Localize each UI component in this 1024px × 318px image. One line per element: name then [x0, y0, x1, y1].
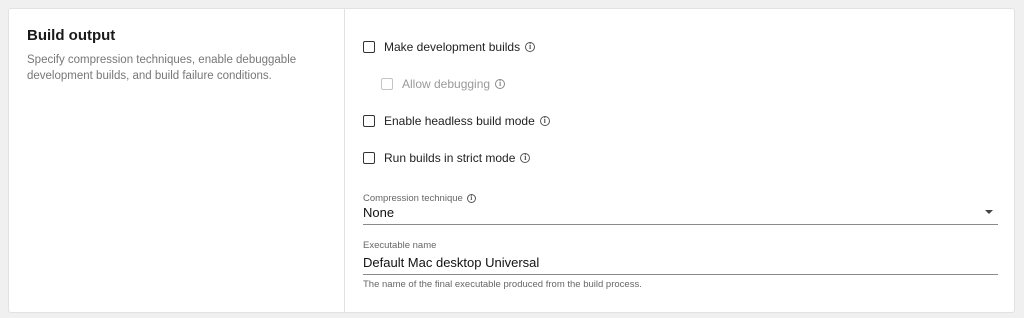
executable-name-helper: The name of the final executable produce…	[363, 279, 642, 290]
info-icon[interactable]: i	[466, 194, 476, 203]
compression-technique-label-text: Compression technique	[363, 193, 463, 204]
info-icon[interactable]: i	[539, 116, 550, 126]
compression-technique-label: Compression technique i	[363, 193, 476, 204]
compression-technique-value: None	[363, 205, 395, 220]
make-development-builds-option[interactable]: Make development builds i	[363, 40, 536, 54]
executable-name-label: Executable name	[363, 240, 437, 251]
make-development-builds-checkbox[interactable]	[363, 41, 375, 53]
section-description: Specify compression techniques, enable d…	[27, 54, 297, 82]
section-header: Build output Specify compression techniq…	[9, 9, 345, 312]
info-icon[interactable]: i	[520, 153, 531, 163]
executable-name-input[interactable]: Default Mac desktop Universal	[363, 255, 998, 275]
compression-technique-select[interactable]: None	[363, 205, 998, 225]
run-builds-strict-mode-label: Run builds in strict mode	[384, 151, 516, 165]
allow-debugging-checkbox	[381, 78, 393, 90]
enable-headless-build-mode-label: Enable headless build mode	[384, 114, 535, 128]
info-icon[interactable]: i	[495, 79, 506, 89]
make-development-builds-label: Make development builds	[384, 40, 521, 54]
info-icon[interactable]: i	[525, 42, 536, 52]
allow-debugging-label: Allow debugging	[402, 77, 491, 91]
run-builds-strict-mode-option[interactable]: Run builds in strict mode i	[363, 151, 531, 165]
run-builds-strict-mode-checkbox[interactable]	[363, 152, 375, 164]
chevron-down-icon[interactable]	[985, 210, 993, 214]
enable-headless-build-mode-option[interactable]: Enable headless build mode i	[363, 114, 550, 128]
section-title: Build output	[27, 27, 116, 44]
allow-debugging-option: Allow debugging i	[381, 77, 506, 91]
enable-headless-build-mode-checkbox[interactable]	[363, 115, 375, 127]
